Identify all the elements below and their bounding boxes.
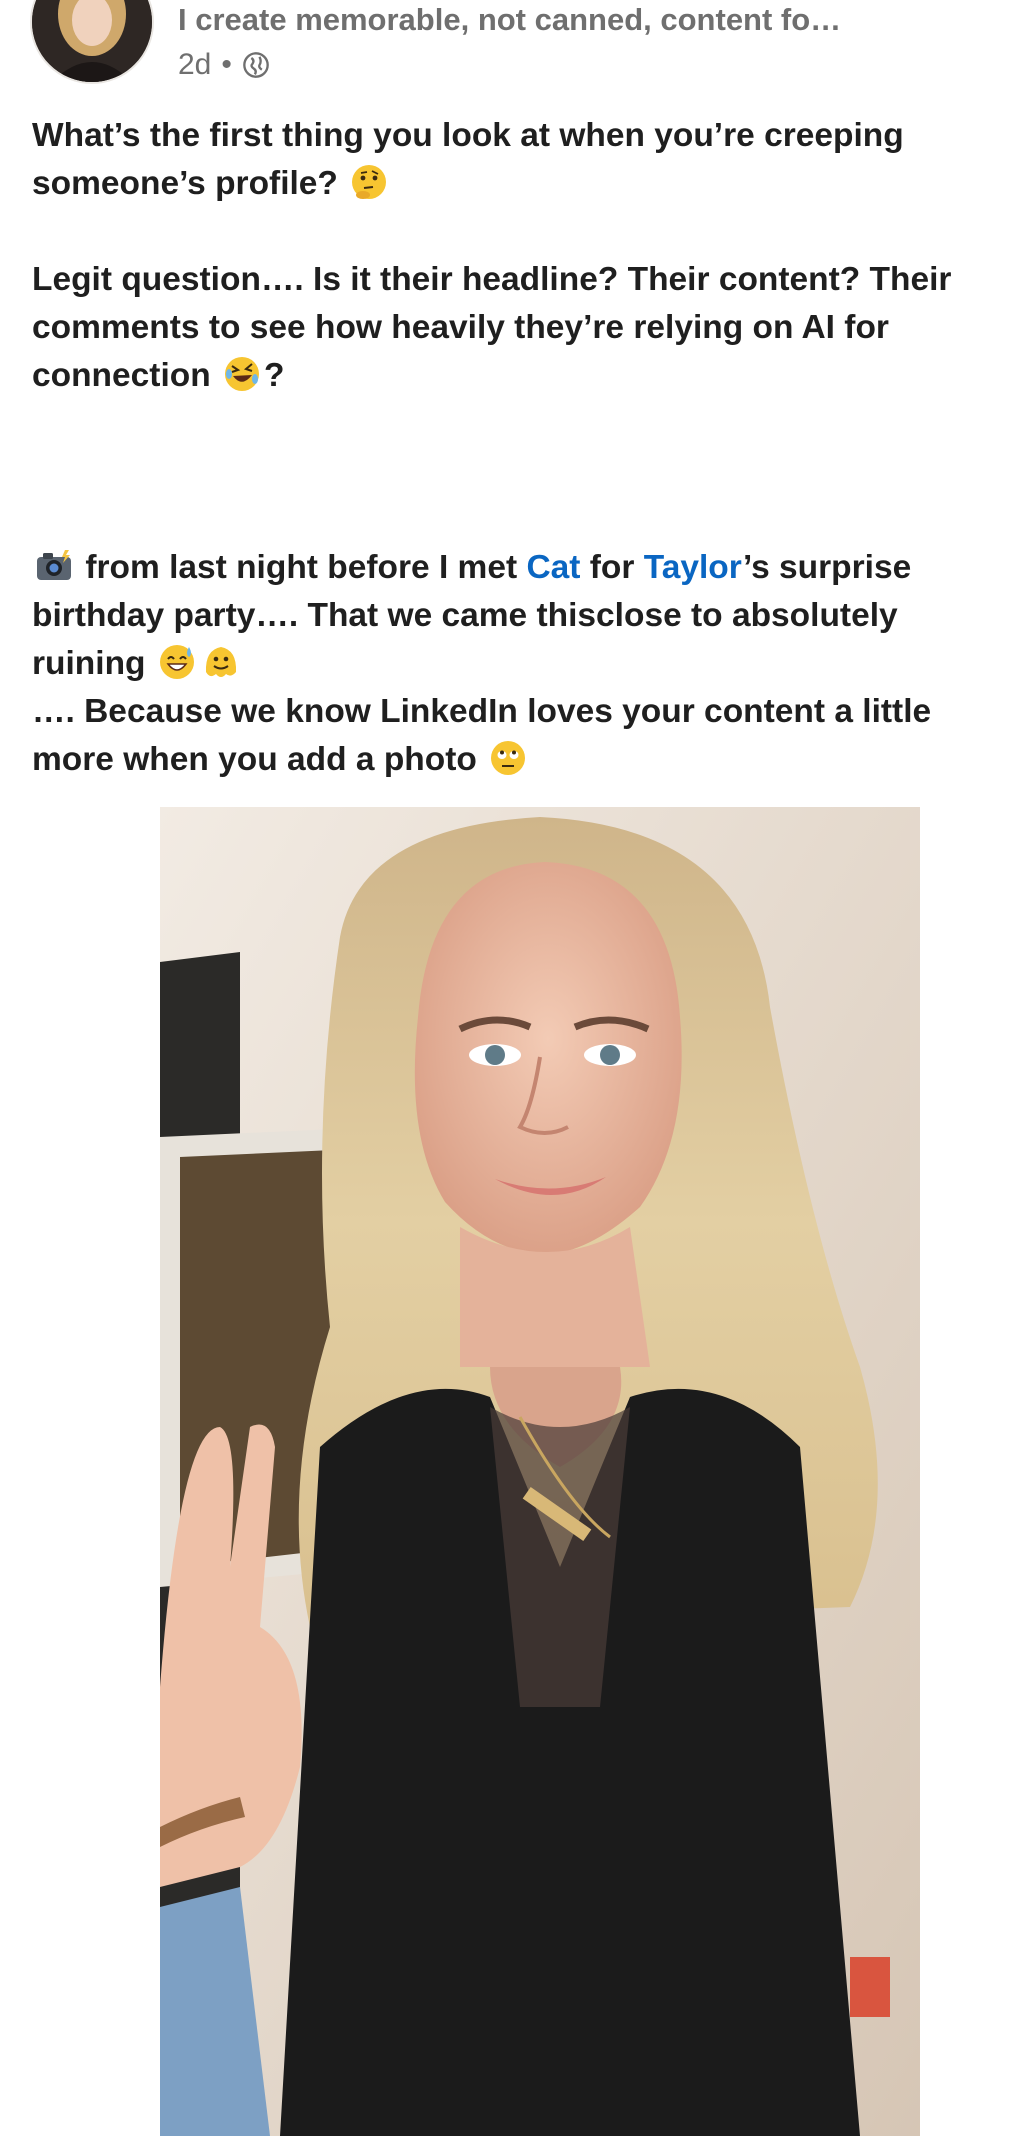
- meta-separator: •: [221, 48, 232, 81]
- thinking-face-icon: [352, 165, 387, 199]
- author-avatar[interactable]: [30, 0, 154, 84]
- selfie-photo-image: [160, 807, 920, 2136]
- post-photo[interactable]: [160, 807, 920, 2136]
- avatar-image: [32, 0, 152, 82]
- post-view: I create memorable, not canned, content …: [0, 0, 1010, 2136]
- blank-lines: [32, 400, 992, 544]
- post-text-line3-b: for: [589, 549, 635, 586]
- post-text-line4: …. Because we know LinkedIn loves your c…: [32, 693, 932, 778]
- rolling-laughing-icon: [225, 357, 259, 391]
- camera-flash-icon: [37, 550, 71, 580]
- melting-face-icon: [205, 647, 236, 677]
- post-body: What’s the first thing you look at when …: [32, 112, 992, 784]
- author-headline[interactable]: I create memorable, not canned, content …: [178, 2, 841, 38]
- post-paragraph-4: …. Because we know LinkedIn loves your c…: [32, 688, 992, 784]
- post-header: I create memorable, not canned, content …: [0, 0, 1010, 100]
- post-meta: 2d •: [178, 48, 270, 82]
- post-text-line2-end: ?: [264, 357, 285, 394]
- post-paragraph-2: Legit question…. Is it their headline? T…: [32, 256, 992, 400]
- sweat-smile-icon: [159, 645, 194, 679]
- mention-taylor[interactable]: Taylor: [644, 549, 743, 586]
- post-paragraph-1: What’s the first thing you look at when …: [32, 112, 992, 208]
- globe-icon: [243, 52, 269, 78]
- eye-roll-icon: [491, 741, 526, 775]
- post-text-line3-a: from last night before I met: [85, 549, 518, 586]
- post-text-line2: Legit question…. Is it their headline? T…: [32, 261, 952, 394]
- post-text-line1: What’s the first thing you look at when …: [32, 117, 904, 202]
- post-time: 2d: [178, 48, 212, 81]
- post-paragraph-3: from last night before I met Cat for Tay…: [32, 544, 992, 688]
- mention-cat[interactable]: Cat: [526, 549, 580, 586]
